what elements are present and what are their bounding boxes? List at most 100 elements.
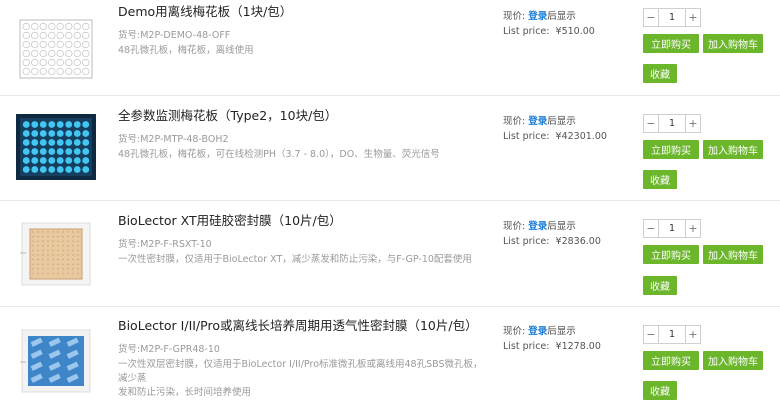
texture-dot <box>57 258 59 261</box>
price-block: 现价: 登录后显示 List price: ¥510.00 <box>503 10 628 38</box>
texture-dot <box>57 268 59 270</box>
quantity-stepper: − 1 + <box>643 325 701 344</box>
after-login-text: 后显示 <box>547 116 576 127</box>
product-title[interactable]: BioLector XT用硅胶密封膜（10片/包） <box>118 213 488 229</box>
well-mark <box>31 166 39 173</box>
well-mark <box>82 166 90 173</box>
well-mark <box>56 31 64 40</box>
texture-dot <box>32 254 34 256</box>
row-divider <box>0 200 780 201</box>
product-row: BioLector I/II/Pro或离线长培养周期用透气性密封膜（10片/包）… <box>0 314 780 415</box>
add-to-cart-button[interactable]: 加入购物车 <box>703 140 763 159</box>
well-mark <box>39 58 47 67</box>
well-mark <box>73 22 81 31</box>
texture-dot <box>67 268 69 270</box>
texture-dot <box>52 258 54 261</box>
well-mark <box>31 40 39 49</box>
texture-dot <box>47 235 49 238</box>
texture-dot <box>62 272 64 275</box>
price-block: 现价: 登录后显示 List price: ¥2836.00 <box>503 220 628 248</box>
well-mark <box>73 166 81 173</box>
login-link[interactable]: 登录 <box>528 116 547 127</box>
well-mark <box>39 166 47 173</box>
texture-dot <box>47 268 49 270</box>
texture-dot <box>32 263 34 265</box>
product-image-silicone-seal[interactable] <box>16 219 96 289</box>
login-link[interactable]: 登录 <box>528 11 547 22</box>
texture-dot <box>77 258 79 261</box>
favorite-button[interactable]: 收藏 <box>643 276 677 295</box>
well-mark <box>31 49 39 58</box>
well-mark <box>65 148 73 155</box>
product-row: BioLector XT用硅胶密封膜（10片/包） 货号:M2P-F-RSXT-… <box>0 209 780 310</box>
product-sku: 货号:M2P-DEMO-48-OFF <box>118 30 231 41</box>
texture-dot <box>77 231 79 233</box>
texture-dot <box>62 240 64 242</box>
buy-now-button[interactable]: 立即购买 <box>643 351 699 370</box>
well-mark <box>39 157 47 164</box>
product-title[interactable]: 全参数监测梅花板（Type2，10块/包） <box>118 108 488 124</box>
increment-button[interactable]: + <box>686 115 700 132</box>
texture-dot <box>77 245 79 247</box>
well-mark <box>65 166 73 173</box>
texture-dot <box>57 245 59 247</box>
texture-dot <box>77 268 79 270</box>
price-prefix: 现价: <box>503 116 526 127</box>
texture-dot <box>52 268 54 270</box>
decrement-button[interactable]: − <box>644 220 658 237</box>
texture-dot <box>42 258 44 261</box>
increment-button[interactable]: + <box>686 326 700 343</box>
product-description: 一次性双层密封膜，仅适用于BioLector I/II/Pro标准微孔板或离线用… <box>118 359 483 384</box>
favorite-button[interactable]: 收藏 <box>643 381 677 400</box>
well-mark <box>73 40 81 49</box>
texture-dot <box>57 254 59 256</box>
buy-now-button[interactable]: 立即购买 <box>643 245 699 264</box>
quantity-stepper: − 1 + <box>643 8 701 27</box>
texture-dot <box>77 254 79 256</box>
product-title[interactable]: BioLector I/II/Pro或离线长培养周期用透气性密封膜（10片/包） <box>118 318 488 334</box>
product-image-plate-outline[interactable] <box>16 14 96 84</box>
product-image-gas-permeable-seal[interactable] <box>16 326 96 396</box>
product-row: Demo用离线梅花板（1块/包） 货号:M2P-DEMO-48-OFF 48孔微… <box>0 0 780 101</box>
add-to-cart-button[interactable]: 加入购物车 <box>703 34 763 53</box>
quantity-input[interactable]: 1 <box>658 115 686 132</box>
price-prefix: 现价: <box>503 326 526 337</box>
buy-now-button[interactable]: 立即购买 <box>643 140 699 159</box>
texture-dot <box>77 240 79 242</box>
product-description: 48孔微孔板，梅花板，可在线检测PH（3.7 - 8.0），DO、生物量、荧光信… <box>118 149 440 160</box>
increment-button[interactable]: + <box>686 9 700 26</box>
texture-dot <box>32 245 34 247</box>
login-link[interactable]: 登录 <box>528 326 547 337</box>
texture-dot <box>62 249 64 252</box>
login-link[interactable]: 登录 <box>528 221 547 232</box>
well-mark <box>22 31 30 40</box>
favorite-button[interactable]: 收藏 <box>643 170 677 189</box>
texture-dot <box>62 231 64 233</box>
decrement-button[interactable]: − <box>644 115 658 132</box>
texture-dot <box>72 235 74 238</box>
quantity-input[interactable]: 1 <box>658 9 686 26</box>
well-mark <box>48 157 56 164</box>
favorite-button[interactable]: 收藏 <box>643 64 677 83</box>
well-mark <box>82 121 90 128</box>
after-login-text: 后显示 <box>547 326 576 337</box>
increment-button[interactable]: + <box>686 220 700 237</box>
decrement-button[interactable]: − <box>644 9 658 26</box>
well-mark <box>39 49 47 58</box>
buy-now-button[interactable]: 立即购买 <box>643 34 699 53</box>
well-mark <box>73 121 81 128</box>
add-to-cart-button[interactable]: 加入购物车 <box>703 351 763 370</box>
well-mark <box>73 157 81 164</box>
well-mark <box>39 31 47 40</box>
texture-dot <box>37 258 39 261</box>
product-description: 48孔微孔板，梅花板，离线使用 <box>118 45 254 56</box>
decrement-button[interactable]: − <box>644 326 658 343</box>
quantity-input[interactable]: 1 <box>658 326 686 343</box>
add-to-cart-button[interactable]: 加入购物车 <box>703 245 763 264</box>
well-mark <box>39 148 47 155</box>
product-title[interactable]: Demo用离线梅花板（1块/包） <box>118 4 488 20</box>
well-mark <box>65 22 73 31</box>
texture-dot <box>77 249 79 252</box>
product-image-plate-blue[interactable] <box>16 112 96 182</box>
quantity-input[interactable]: 1 <box>658 220 686 237</box>
